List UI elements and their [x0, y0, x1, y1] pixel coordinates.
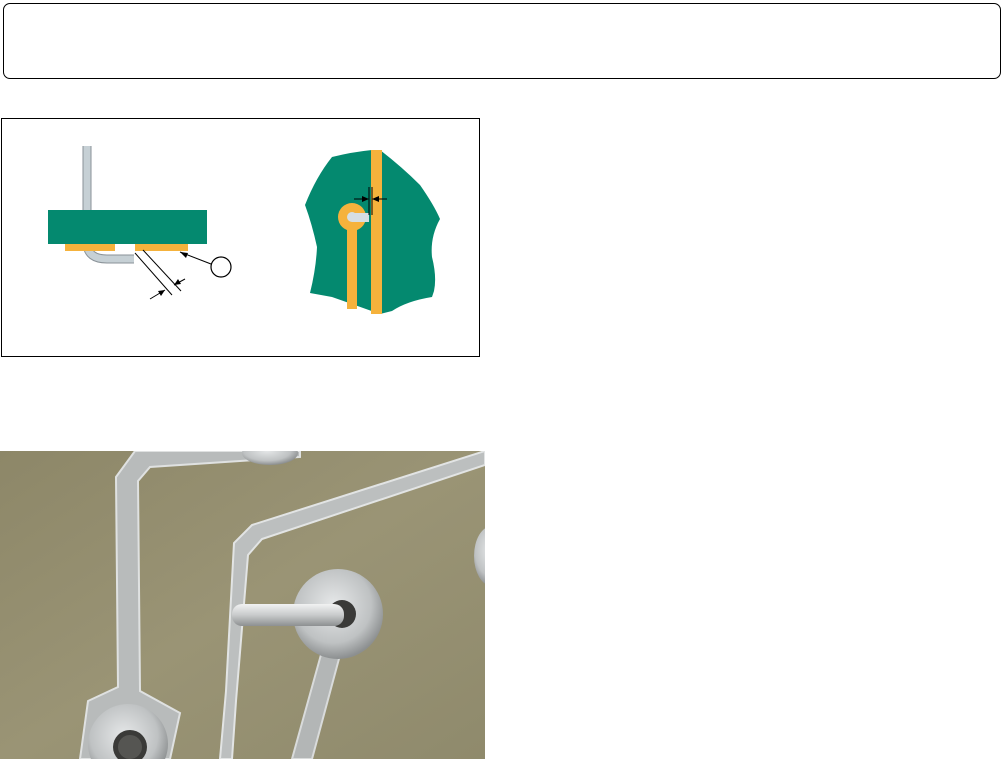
lead-clearance-diagram — [48, 146, 440, 314]
pad-left — [65, 244, 115, 251]
trace-vertical — [371, 150, 382, 314]
trace-from-pad — [347, 219, 357, 309]
lead-top-view — [352, 213, 369, 222]
header-box — [3, 3, 1001, 79]
solder-joint-photo — [0, 451, 485, 759]
top-view — [305, 150, 440, 314]
side-view — [48, 146, 232, 300]
circle-callout-icon — [210, 256, 232, 278]
pad-right — [135, 244, 188, 251]
bent-lead — [232, 604, 344, 626]
diagram-frame — [1, 118, 480, 357]
pcb-board — [48, 210, 207, 244]
